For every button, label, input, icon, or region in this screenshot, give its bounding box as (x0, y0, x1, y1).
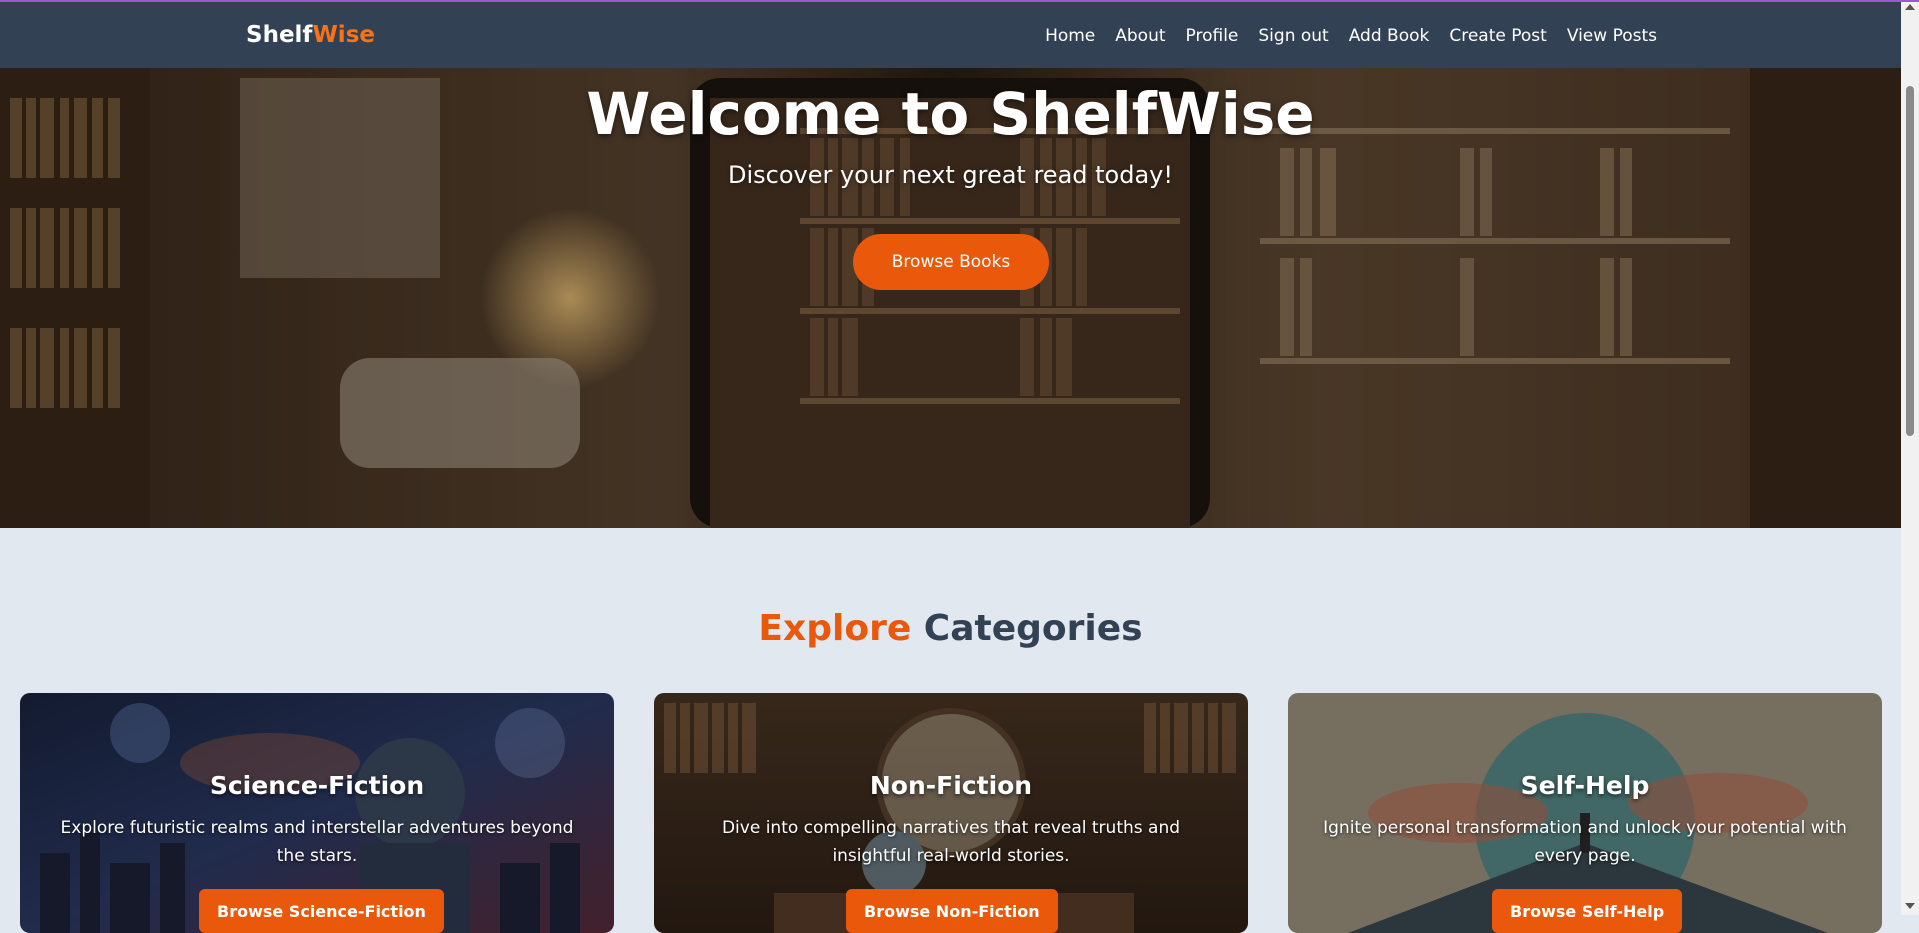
category-card-description: Ignite personal transformation and unloc… (1323, 818, 1847, 866)
navbar: ShelfWise Home About Profile Sign out Ad… (0, 2, 1901, 68)
category-card-title: Non-Fiction (869, 771, 1033, 800)
category-card-self-help: Self-Help Ignite personal transformation… (1288, 693, 1882, 933)
category-card-title: Science-Fiction (209, 771, 425, 800)
scroll-up-arrow-icon[interactable] (1905, 4, 1915, 10)
categories-heading-part1: Explore (758, 608, 912, 649)
browse-science-fiction-button[interactable]: Browse Science-Fiction (199, 889, 444, 933)
category-card-science-fiction: Science-Fiction Explore futuristic realm… (20, 693, 614, 933)
hero-section: Welcome to ShelfWise Discover your next … (0, 68, 1901, 528)
nav-link-profile[interactable]: Profile (1186, 26, 1239, 46)
brand-name-part2: Wise (312, 22, 375, 48)
nav-links: Home About Profile Sign out Add Book Cre… (1045, 26, 1657, 46)
vertical-scrollbar[interactable] (1901, 2, 1919, 915)
category-card-title: Self-Help (1520, 771, 1650, 800)
browse-books-button[interactable]: Browse Books (853, 234, 1049, 290)
brand-name-part1: Shelf (246, 22, 313, 48)
browse-self-help-button[interactable]: Browse Self-Help (1492, 889, 1683, 933)
nav-link-create-post[interactable]: Create Post (1449, 26, 1546, 46)
nav-link-sign-out[interactable]: Sign out (1258, 26, 1328, 46)
browse-non-fiction-button[interactable]: Browse Non-Fiction (846, 889, 1058, 933)
category-card-description: Explore futuristic realms and interstell… (60, 818, 574, 866)
nav-link-about[interactable]: About (1115, 26, 1165, 46)
scrollbar-thumb[interactable] (1906, 86, 1914, 436)
category-card-non-fiction: Non-Fiction Dive into compelling narrati… (654, 693, 1248, 933)
category-card-description: Dive into compelling narratives that rev… (721, 818, 1181, 866)
brand-logo[interactable]: ShelfWise (246, 22, 375, 48)
scroll-down-arrow-icon[interactable] (1905, 903, 1915, 909)
nav-link-home[interactable]: Home (1045, 26, 1095, 46)
hero-subtitle: Discover your next great read today! (727, 161, 1173, 189)
nav-link-view-posts[interactable]: View Posts (1567, 26, 1657, 46)
nav-link-add-book[interactable]: Add Book (1349, 26, 1430, 46)
categories-heading: Explore Categories (0, 608, 1901, 649)
hero-title: Welcome to ShelfWise (586, 80, 1315, 148)
categories-heading-part2: Categories (923, 608, 1143, 649)
